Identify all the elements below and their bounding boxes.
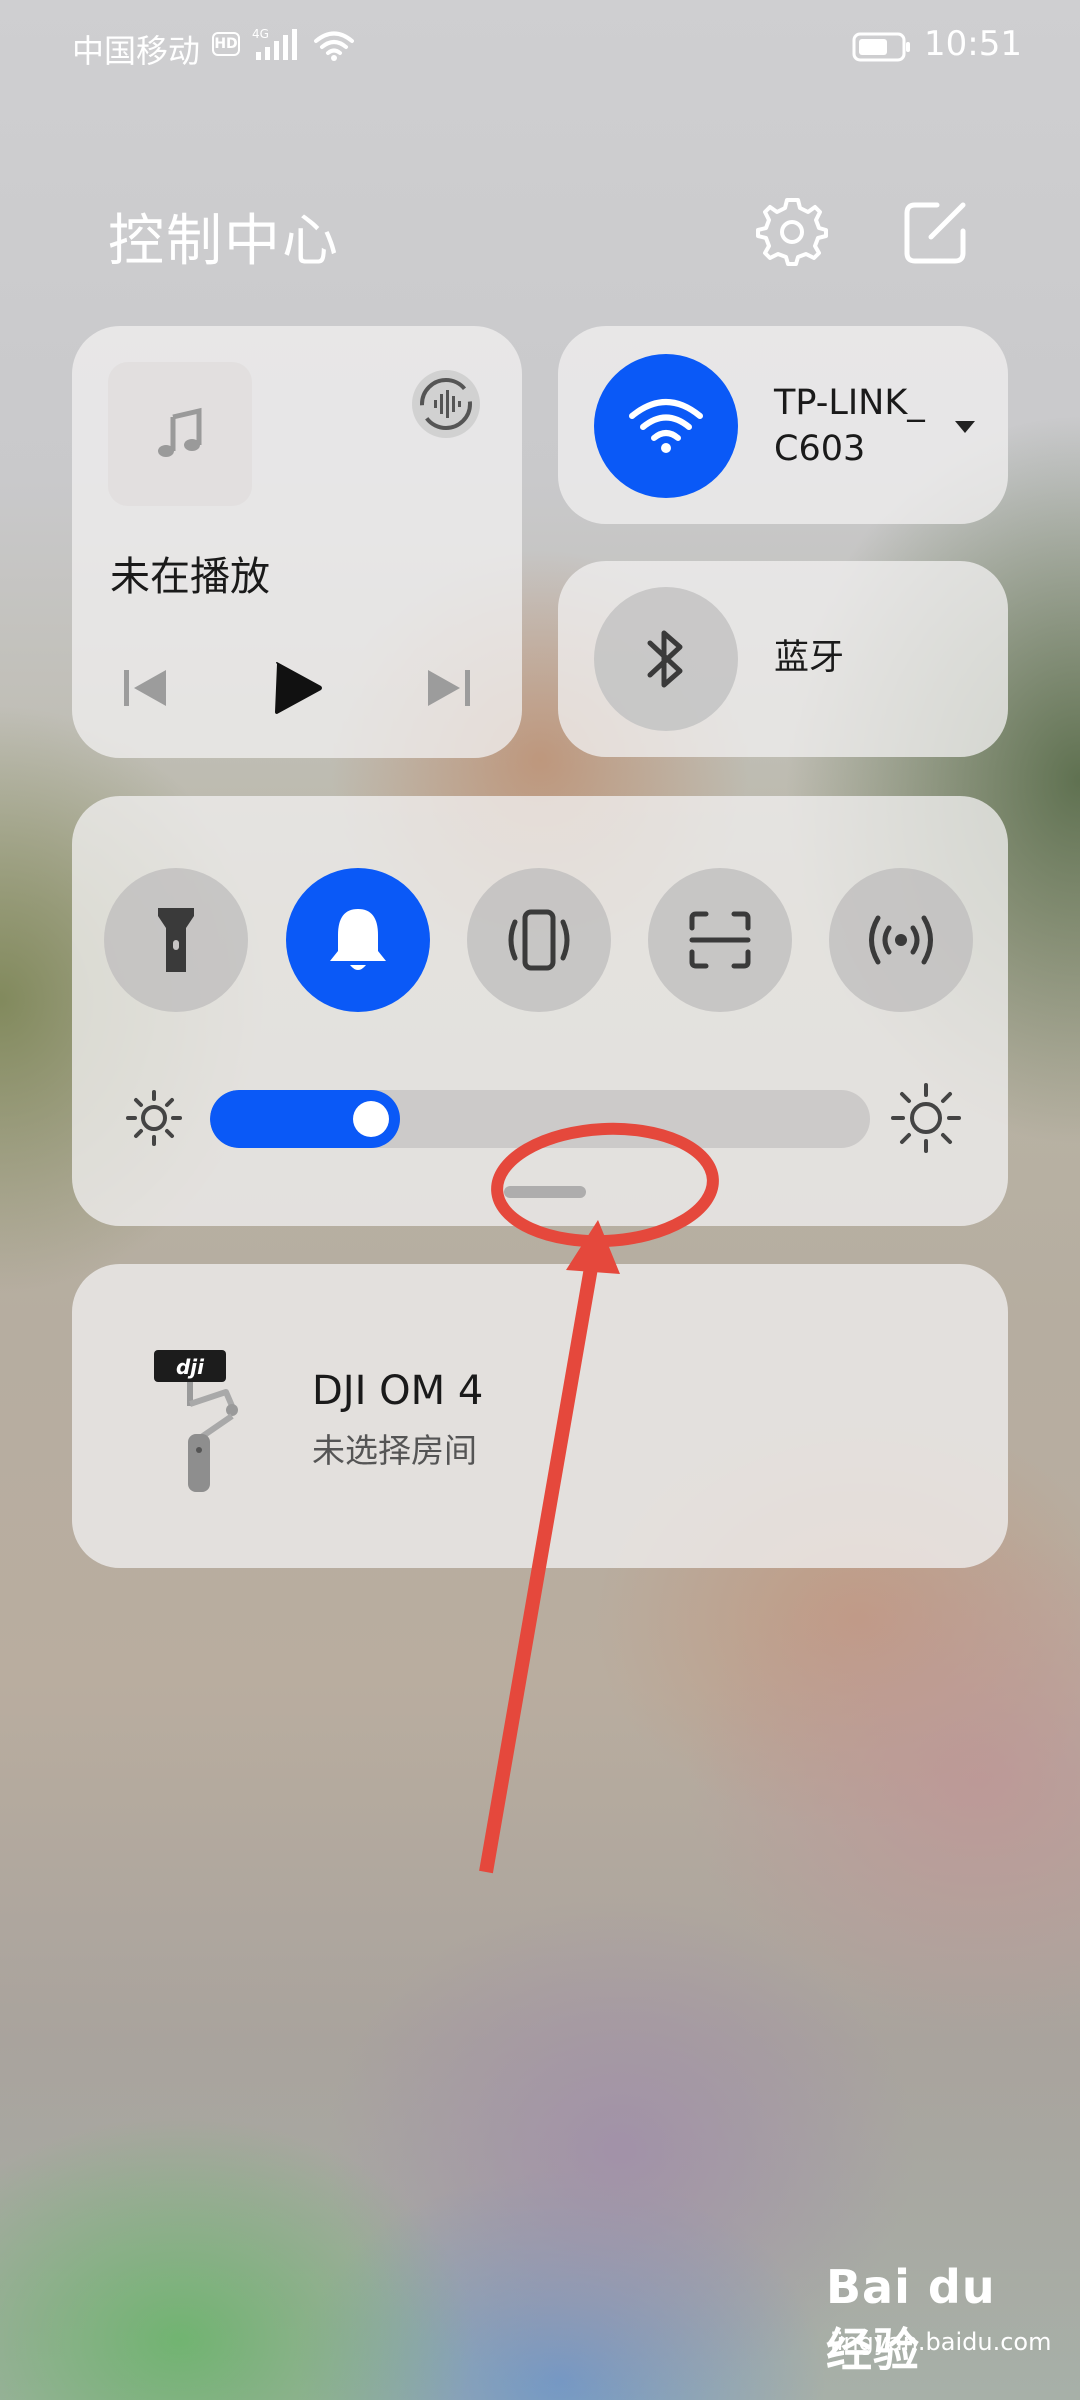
- device-logo-text: dji: [176, 1355, 205, 1379]
- bell-icon: [330, 909, 386, 970]
- bluetooth-icon: [647, 630, 683, 688]
- audio-output-button[interactable]: [412, 370, 480, 438]
- vibrate-icon: [508, 909, 570, 971]
- settings-button[interactable]: [752, 192, 832, 272]
- play-icon: [275, 662, 322, 714]
- hd-badge: HD: [212, 32, 240, 56]
- wifi-status-icon: [314, 31, 354, 61]
- previous-track-button[interactable]: [116, 652, 176, 724]
- battery-icon: [852, 32, 910, 62]
- media-status: 未在播放: [110, 554, 270, 600]
- screenshot-toggle[interactable]: [648, 868, 792, 1012]
- expand-handle[interactable]: [504, 1186, 586, 1198]
- bluetooth-toggle[interactable]: [594, 587, 738, 731]
- wifi-toggle[interactable]: [594, 354, 738, 498]
- device-card[interactable]: dji DJI OM 4 未选择房间: [72, 1264, 1008, 1568]
- vibrate-toggle[interactable]: [467, 868, 611, 1012]
- page-title: 控制中心: [108, 209, 340, 274]
- screenshot-icon: [689, 911, 751, 969]
- status-bar: 中国移动 HD 4G 10:51: [0, 0, 1080, 92]
- audio-output-icon: [420, 378, 472, 430]
- watermark-url: jingyan.baidu.com: [830, 2328, 1052, 2356]
- bluetooth-label: 蓝牙: [774, 638, 845, 678]
- wifi-card[interactable]: TP-LINK_C603: [558, 326, 1008, 524]
- skip-forward-icon: [428, 670, 470, 706]
- wifi-ssid-label: TP-LINK_C603: [774, 383, 925, 469]
- carrier-label: 中国移动: [72, 32, 201, 70]
- brightness-high-icon: [891, 1083, 961, 1153]
- skip-back-icon: [124, 670, 166, 706]
- edit-icon: [904, 202, 966, 264]
- next-track-button[interactable]: [418, 652, 478, 724]
- wifi-dropdown-button[interactable]: [950, 412, 980, 442]
- edit-button[interactable]: [896, 192, 976, 272]
- bluetooth-card[interactable]: 蓝牙: [558, 561, 1008, 757]
- watermark-logo: Bai du 经验: [826, 2260, 996, 2377]
- hotspot-toggle[interactable]: [829, 868, 973, 1012]
- play-button[interactable]: [264, 652, 332, 724]
- hotspot-icon: [869, 915, 933, 965]
- gear-icon: [756, 198, 828, 266]
- brightness-thumb[interactable]: [353, 1101, 389, 1137]
- media-card[interactable]: 未在播放: [72, 326, 522, 758]
- quick-toggles-card: [72, 796, 1008, 1226]
- caret-down-icon: [955, 421, 975, 433]
- gimbal-device-image: dji: [154, 1350, 238, 1492]
- sound-toggle[interactable]: [286, 868, 430, 1012]
- network-type-label: 4G: [252, 27, 269, 41]
- clock: 10:51: [924, 24, 1022, 64]
- device-name: DJI OM 4: [312, 1368, 484, 1414]
- album-art: [108, 362, 252, 506]
- flashlight-toggle[interactable]: [104, 868, 248, 1012]
- brightness-low-icon: [126, 1090, 182, 1146]
- device-room: 未选择房间: [312, 1431, 477, 1470]
- brightness-slider[interactable]: [210, 1090, 870, 1148]
- flashlight-icon: [158, 908, 194, 972]
- wifi-icon: [629, 399, 703, 453]
- music-note-icon: [158, 407, 202, 457]
- signal-icon: 4G: [252, 27, 297, 60]
- watermark: Bai du 经验 jingyan.baidu.com: [826, 2260, 1056, 2377]
